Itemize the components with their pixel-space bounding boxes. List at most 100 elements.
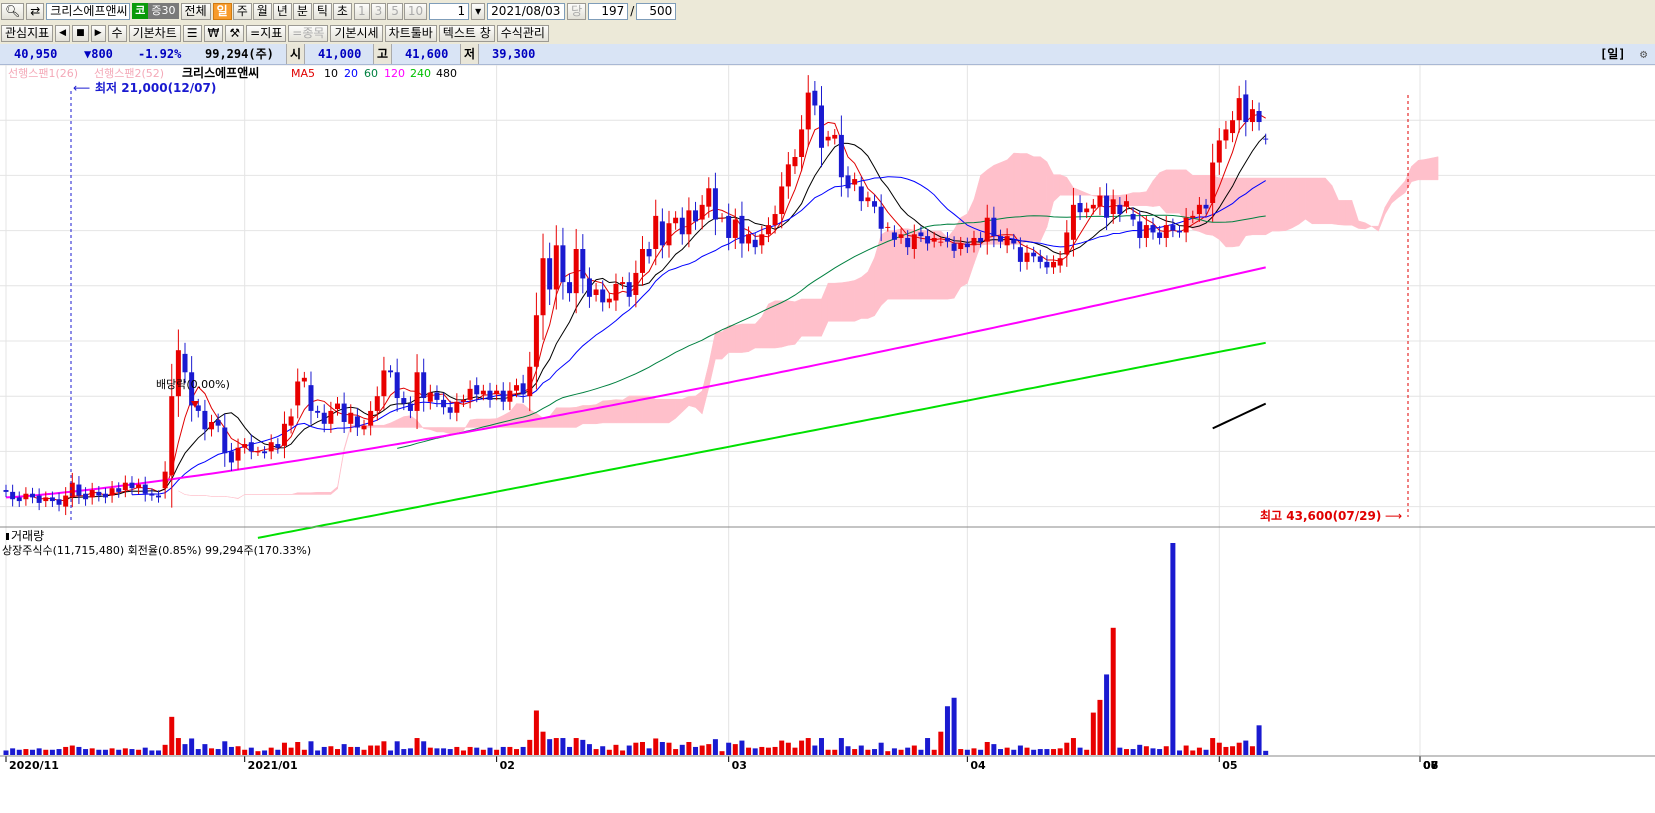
volume-bar <box>865 749 871 755</box>
candle <box>149 488 155 501</box>
wrench-icon[interactable]: ⚒ <box>225 24 245 42</box>
calculator-icon[interactable]: ☰ <box>182 24 202 42</box>
volume-bar <box>368 745 374 755</box>
cloud-segment <box>1172 169 1180 214</box>
volume-bar <box>825 749 831 755</box>
price-chart[interactable]: 2020/11 2021/01 02 03 04 05 060708 선행스팬1(26) 선… <box>0 65 1655 813</box>
candle-body <box>361 425 367 430</box>
volume-bar <box>527 739 533 755</box>
candle-body <box>63 495 69 507</box>
interval-input[interactable]: 1 <box>429 2 470 20</box>
candle <box>818 86 824 168</box>
tab-period-6[interactable]: 초 <box>332 2 352 20</box>
candle-body <box>1137 221 1143 238</box>
volume-bar <box>1123 749 1129 755</box>
swap-icon[interactable]: ⇄ <box>26 2 45 20</box>
interval-button-5[interactable]: 5 <box>387 2 403 20</box>
cloud-segment <box>383 422 391 428</box>
candle <box>1263 133 1269 145</box>
volume-bar <box>10 748 16 755</box>
candle <box>122 475 128 498</box>
candle-body <box>978 237 984 242</box>
interval-button-10[interactable]: 10 <box>403 2 428 20</box>
volume-bar <box>918 749 924 755</box>
volume-bar <box>626 745 632 755</box>
margin-badge: 증30 <box>148 3 179 19</box>
candle <box>487 382 493 408</box>
stop-button[interactable]: ■ <box>72 24 89 42</box>
prev-button[interactable]: ◀ <box>55 24 71 42</box>
dividend-annotation: 배당락(0.00%) <box>156 378 230 391</box>
cloud-segment <box>1285 177 1293 232</box>
period-badge: [일] <box>1600 47 1626 61</box>
chevron-down-icon[interactable]: ▾ <box>471 2 486 20</box>
basic-chart-button[interactable]: 기본차트 <box>128 24 181 42</box>
cloud-segment <box>807 298 816 337</box>
volume-bar <box>407 748 413 755</box>
value-button[interactable]: 수 <box>107 24 127 42</box>
next-button[interactable]: ▶ <box>90 24 106 42</box>
tab-period-1[interactable]: 주 <box>232 2 252 20</box>
volume-bar <box>779 740 785 755</box>
volume-bar <box>891 748 897 755</box>
candle <box>16 491 22 507</box>
count-shown-input[interactable]: 197 <box>588 2 629 20</box>
candle-body <box>354 416 360 428</box>
tab-period-0[interactable]: 일 <box>212 2 232 20</box>
settings-icon[interactable]: ⚙ <box>1640 44 1647 64</box>
chart-toolbar-button[interactable]: 차트툴바 <box>384 24 437 42</box>
volume-bar <box>944 706 950 755</box>
formula-manager-button[interactable]: 수식관리 <box>496 24 549 42</box>
interval-button-3[interactable]: 3 <box>370 2 387 20</box>
volume-marker-icon <box>6 533 9 540</box>
candle-body <box>759 234 765 246</box>
cloud-segment <box>291 492 298 495</box>
candle-body <box>36 495 42 503</box>
volume-bar <box>474 747 480 755</box>
tab-period-4[interactable]: 분 <box>292 2 312 20</box>
candle <box>779 172 785 229</box>
candle <box>580 234 586 294</box>
volume-bar <box>1104 674 1110 755</box>
cloud-segment <box>1066 176 1074 196</box>
candle-body <box>155 495 161 498</box>
search-icon[interactable]: 🔍︎ <box>1 2 25 20</box>
legend-ma60: 60 <box>364 67 378 80</box>
cloud-segment <box>701 363 710 415</box>
range-all-button[interactable]: 전체 <box>180 2 211 20</box>
tab-period-2[interactable]: 월 <box>252 2 272 20</box>
won-button[interactable]: ₩ <box>203 24 224 42</box>
low-label: 저 <box>460 44 480 64</box>
interval-button-1[interactable]: 1 <box>353 2 370 20</box>
cloud-segment <box>1351 200 1359 229</box>
volume-bar <box>460 750 466 755</box>
stock-name-field[interactable]: 크리스에프앤씨 <box>46 2 131 20</box>
tab-period-3[interactable]: 년 <box>272 2 292 20</box>
quote-bar: 40,950 ▼800 -1.92% 99,294(주) 시 41,000 고 … <box>0 44 1655 65</box>
cloud-segment <box>1378 206 1386 232</box>
indicator-button[interactable]: =지표 <box>246 24 287 42</box>
volume-bar <box>613 744 619 755</box>
interest-indicator-button[interactable]: 관심지표 <box>1 24 54 42</box>
item-button[interactable]: =종목 <box>288 24 329 42</box>
volume-bar <box>36 748 42 755</box>
candle-body <box>653 215 659 249</box>
text-window-button[interactable]: 텍스트 창 <box>438 24 495 42</box>
volume-bar <box>295 741 301 755</box>
candle <box>719 213 725 223</box>
ma10-line <box>65 134 1267 499</box>
cloud-segment <box>827 282 835 322</box>
candle-body <box>1004 236 1010 246</box>
candle <box>427 384 433 410</box>
basic-quote-button[interactable]: 기본시세 <box>330 24 383 42</box>
candle <box>507 382 513 411</box>
volume-bar <box>288 747 294 755</box>
candle-body <box>1057 258 1063 266</box>
candle-body <box>142 484 148 494</box>
candle <box>1064 220 1070 267</box>
date-field[interactable]: 2021/08/03 <box>487 2 566 20</box>
candle <box>845 166 851 198</box>
tab-period-5[interactable]: 틱 <box>312 2 332 20</box>
count-total-input[interactable]: 500 <box>636 2 677 20</box>
candle <box>865 191 871 208</box>
